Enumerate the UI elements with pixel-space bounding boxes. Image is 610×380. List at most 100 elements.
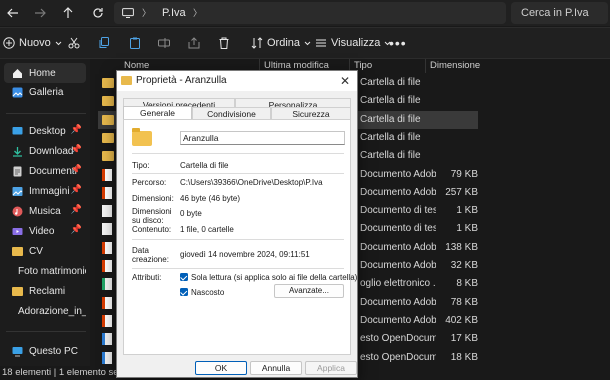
gallery-icon xyxy=(12,87,23,97)
contents-value: 1 file, 0 cartelle xyxy=(180,225,234,234)
download-icon xyxy=(13,146,22,157)
sort-button[interactable]: Ordina xyxy=(251,28,311,58)
sidebar-item-reclami[interactable]: Reclami xyxy=(4,281,86,301)
paste-button[interactable] xyxy=(129,28,141,58)
pdf-file-icon xyxy=(102,168,112,181)
sort-icon xyxy=(251,37,263,49)
sidebar-item-gallery[interactable]: Galleria xyxy=(4,82,86,102)
sidebar-item-download[interactable]: Download 📌 xyxy=(4,141,86,161)
apply-button[interactable]: Applica xyxy=(305,361,357,375)
column-header-size[interactable]: Dimensione xyxy=(426,59,480,73)
folder-name-input[interactable]: Aranzulla xyxy=(180,131,345,145)
refresh-button[interactable] xyxy=(89,4,107,22)
advanced-button[interactable]: Avanzate... xyxy=(274,284,344,298)
odt-file-icon xyxy=(102,333,112,346)
chevron-down-icon xyxy=(304,41,311,45)
forward-button[interactable] xyxy=(31,4,49,22)
row-type: Cartella di file xyxy=(360,131,421,143)
delete-button[interactable] xyxy=(218,28,230,58)
pdf-file-icon xyxy=(102,314,112,327)
pin-icon[interactable]: 📌 xyxy=(71,224,82,235)
breadcrumb-segment[interactable]: P.Iva xyxy=(162,2,186,24)
music-icon xyxy=(12,206,23,216)
folder-icon xyxy=(102,78,114,88)
tab-general[interactable]: Generale xyxy=(123,106,192,120)
readonly-label[interactable]: Sola lettura (si applica solo ai file de… xyxy=(191,273,357,282)
sidebar-item-pictures[interactable]: Immagini 📌 xyxy=(4,181,86,201)
row-size: 32 KB xyxy=(450,260,478,271)
more-options-button[interactable]: ••• xyxy=(389,28,407,58)
row-type: Documento Adob... xyxy=(360,314,436,326)
sidebar-item-home[interactable]: Home xyxy=(4,63,86,83)
created-label: Data creazione: xyxy=(132,246,169,264)
chevron-right-icon[interactable]: 〉 xyxy=(193,2,202,24)
view-label: Visualizza xyxy=(331,37,381,49)
row-size: 138 KB xyxy=(445,241,478,253)
close-button[interactable]: ✕ xyxy=(335,71,355,91)
sidebar-item-video[interactable]: Video 📌 xyxy=(4,221,86,241)
odt-file-icon xyxy=(102,351,112,364)
pin-icon[interactable]: 📌 xyxy=(71,144,82,155)
rename-button[interactable] xyxy=(158,28,170,58)
hidden-checkbox[interactable] xyxy=(180,288,188,296)
sidebar-item-label: Video xyxy=(29,225,55,237)
row-size: 8 KB xyxy=(456,278,478,290)
row-type: Documento di testo xyxy=(360,205,436,217)
sidebar-item-documents[interactable]: Documenti 📌 xyxy=(4,161,86,181)
pin-icon[interactable]: 📌 xyxy=(71,124,82,135)
pin-icon[interactable]: 📌 xyxy=(71,184,82,195)
new-button[interactable]: Nuovo xyxy=(3,28,62,58)
pictures-icon xyxy=(12,186,23,196)
row-size: 1 KB xyxy=(456,223,478,235)
row-size: 79 KB xyxy=(450,168,478,180)
back-button[interactable] xyxy=(4,4,22,22)
chevron-right-icon[interactable]: 〉 xyxy=(142,2,151,24)
row-type: Cartella di file xyxy=(360,113,421,125)
sidebar-item-label: Musica xyxy=(29,205,61,217)
hidden-label[interactable]: Nascosto xyxy=(191,288,224,297)
sidebar-item-foto-matrimonio[interactable]: Foto matrimonio xyxy=(4,261,86,281)
size-value: 46 byte (46 byte) xyxy=(180,194,241,203)
ok-button[interactable]: OK xyxy=(195,361,247,375)
folder-icon xyxy=(121,76,132,85)
sidebar-item-label: Foto matrimonio xyxy=(18,265,86,277)
share-button[interactable] xyxy=(188,28,200,58)
readonly-checkbox[interactable] xyxy=(180,273,188,281)
row-type: oglio elettronico ... xyxy=(360,278,436,290)
column-header-type[interactable]: Tipo xyxy=(350,59,426,73)
cut-button[interactable] xyxy=(68,28,80,58)
pin-icon[interactable]: 📌 xyxy=(71,204,82,215)
properties-dialog: Proprietà - Aranzulla ✕ Versioni precede… xyxy=(116,70,358,378)
attributes-label: Attributi: xyxy=(132,273,162,282)
row-type: Cartella di file xyxy=(360,77,421,88)
cancel-button[interactable]: Annulla xyxy=(250,361,302,375)
paste-icon xyxy=(130,37,140,49)
new-label: Nuovo xyxy=(19,37,51,49)
sidebar-item-desktop[interactable]: Desktop 📌 xyxy=(4,121,86,141)
pdf-file-icon xyxy=(102,186,112,199)
scissors-icon xyxy=(68,37,80,49)
up-button[interactable] xyxy=(59,4,77,22)
dialog-title-bar[interactable]: Proprietà - Aranzulla ✕ xyxy=(117,71,357,91)
sidebar-item-cv[interactable]: CV xyxy=(4,241,86,261)
search-input[interactable]: Cerca in P.Iva xyxy=(511,2,608,24)
view-icon xyxy=(316,39,326,47)
address-box[interactable]: 〉 P.Iva 〉 xyxy=(114,2,506,24)
pin-icon[interactable]: 📌 xyxy=(71,164,82,175)
sidebar-item-this-pc[interactable]: Questo PC xyxy=(4,341,86,361)
copy-button[interactable] xyxy=(98,28,110,58)
location-label: Percorso: xyxy=(132,178,167,187)
row-type: Documento Adob... xyxy=(360,260,436,271)
arrow-right-icon xyxy=(35,8,46,18)
navigation-pane: Home Galleria Desktop 📌 Download 📌 Docum… xyxy=(0,59,90,366)
monitor-icon xyxy=(122,8,134,18)
divider xyxy=(132,268,344,269)
row-size: 17 KB xyxy=(450,333,478,345)
sidebar-item-label: Immagini xyxy=(29,185,70,197)
view-button[interactable]: Visualizza xyxy=(315,28,391,58)
arrow-up-icon xyxy=(63,7,73,18)
sidebar-item-music[interactable]: Musica 📌 xyxy=(4,201,86,221)
folder-icon xyxy=(102,151,114,162)
sidebar-item-adorazione[interactable]: Adorazione_in_f xyxy=(4,301,86,321)
copy-icon xyxy=(99,37,109,48)
